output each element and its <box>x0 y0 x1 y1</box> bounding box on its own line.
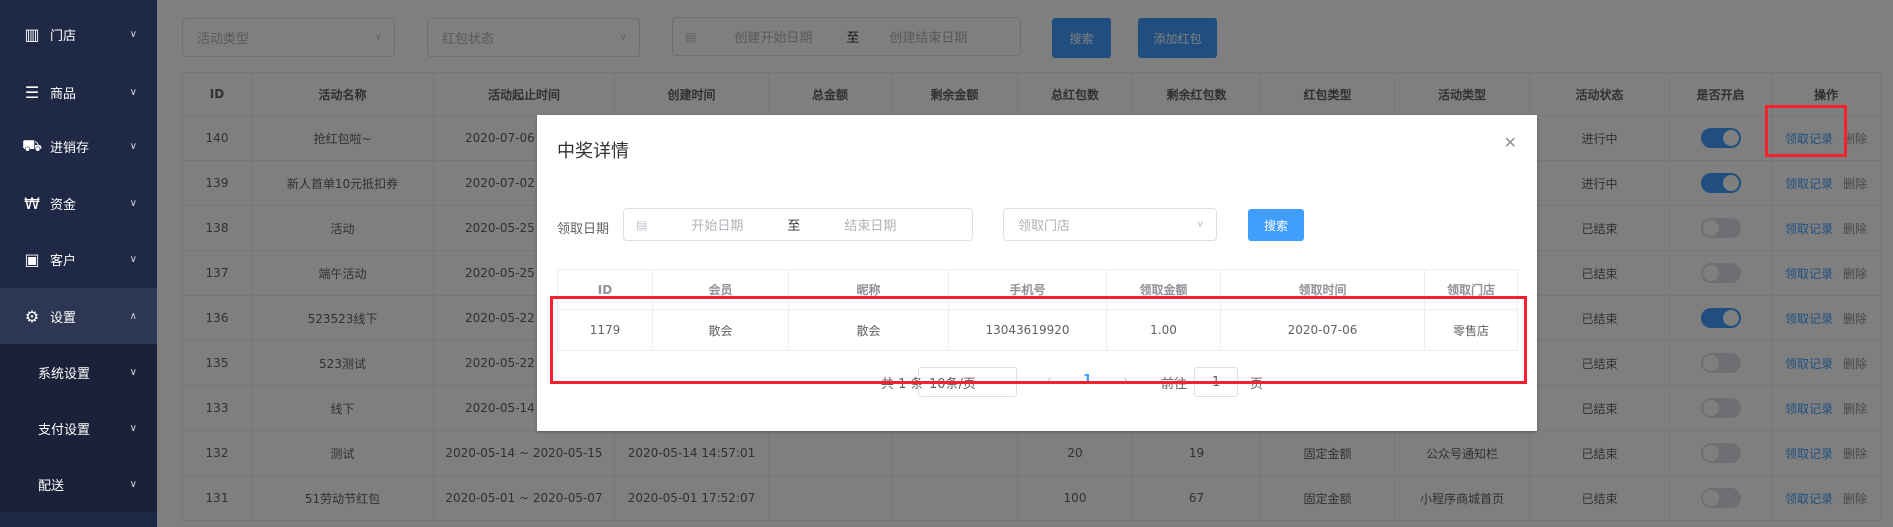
sidebar-item-label: 商品 <box>50 86 77 102</box>
chevron-down-icon: ∨ <box>129 28 137 40</box>
truck-icon: ⛟ <box>22 135 43 155</box>
won-icon: ₩ <box>24 193 40 213</box>
sidebar-item-2[interactable]: ⛟ 进销存 ∨ <box>0 118 157 174</box>
chevron-down-icon: ∨ <box>129 366 137 378</box>
gear-icon: ⚙ <box>24 306 40 326</box>
start-date-input[interactable]: 开始日期 <box>691 215 743 234</box>
chevron-down-icon: ∨ <box>129 422 137 434</box>
range-separator: 至 <box>787 219 801 234</box>
chevron-down-icon: ∨ <box>129 253 137 265</box>
close-icon[interactable]: ✕ <box>1504 133 1517 152</box>
sidebar-item-4[interactable]: ▣ 客户 ∨ <box>0 231 157 287</box>
sidebar-subitem-1[interactable]: 支付设置 ∨ <box>0 400 157 456</box>
sidebar-item-3[interactable]: ₩ 资金 ∨ <box>0 175 157 231</box>
dialog-title: 中奖详情 <box>557 141 629 162</box>
chevron-down-icon: ∨ <box>1196 219 1204 230</box>
chevron-down-icon: ∨ <box>129 86 137 98</box>
chevron-down-icon: ∨ <box>129 140 137 152</box>
list-icon: ☰ <box>24 82 40 102</box>
chevron-down-icon: ∨ <box>129 478 137 490</box>
sidebar-item-label: 资金 <box>50 197 77 213</box>
sidebar-item-label: 进销存 <box>50 140 90 156</box>
end-date-input[interactable]: 结束日期 <box>844 215 896 234</box>
sidebar-item-1[interactable]: ☰ 商品 ∨ <box>0 64 157 120</box>
sidebar-item-0[interactable]: ▥ 门店 ∨ <box>0 6 157 62</box>
sidebar-subitem-0[interactable]: 系统设置 ∨ <box>0 344 157 400</box>
sidebar-item-5[interactable]: ⚙ 设置 ∧ <box>0 288 157 344</box>
dialog-search-button[interactable]: 搜索 <box>1248 209 1304 241</box>
sidebar-item-label: 设置 <box>50 310 77 326</box>
claim-date-range[interactable]: ▤ 开始日期 至 结束日期 <box>623 208 973 241</box>
chevron-down-icon: ∨ <box>129 197 137 209</box>
building-icon: ▥ <box>24 24 40 44</box>
highlight-box-record-row <box>550 296 1527 384</box>
sidebar-subitem-2[interactable]: 配送 ∨ <box>0 456 157 512</box>
calendar-icon: ▤ <box>636 217 648 232</box>
sidebar-subitem-label: 支付设置 <box>38 422 91 438</box>
sidebar-subitem-label: 系统设置 <box>38 366 91 382</box>
chevron-up-icon: ∧ <box>129 310 137 322</box>
claim-store-select[interactable]: 领取门店 ∨ <box>1003 208 1217 241</box>
sidebar-item-label: 客户 <box>50 253 77 269</box>
contact-card-icon: ▣ <box>24 249 40 269</box>
claim-date-label: 领取日期 <box>557 222 610 237</box>
sidebar-subitem-label: 配送 <box>38 478 65 494</box>
claim-store-placeholder: 领取门店 <box>1018 219 1071 234</box>
highlight-box-claim-link <box>1765 105 1847 157</box>
sidebar: ▥ 门店 ∨ ☰ 商品 ∨ ⛟ 进销存 ∨ ₩ 资金 ∨ ▣ 客户 ∨ ⚙ 设置 ∧ 系统设置 ∨ 支付设置 ∨ 配送 ∨ <box>0 0 157 527</box>
sidebar-item-label: 门店 <box>50 28 77 44</box>
